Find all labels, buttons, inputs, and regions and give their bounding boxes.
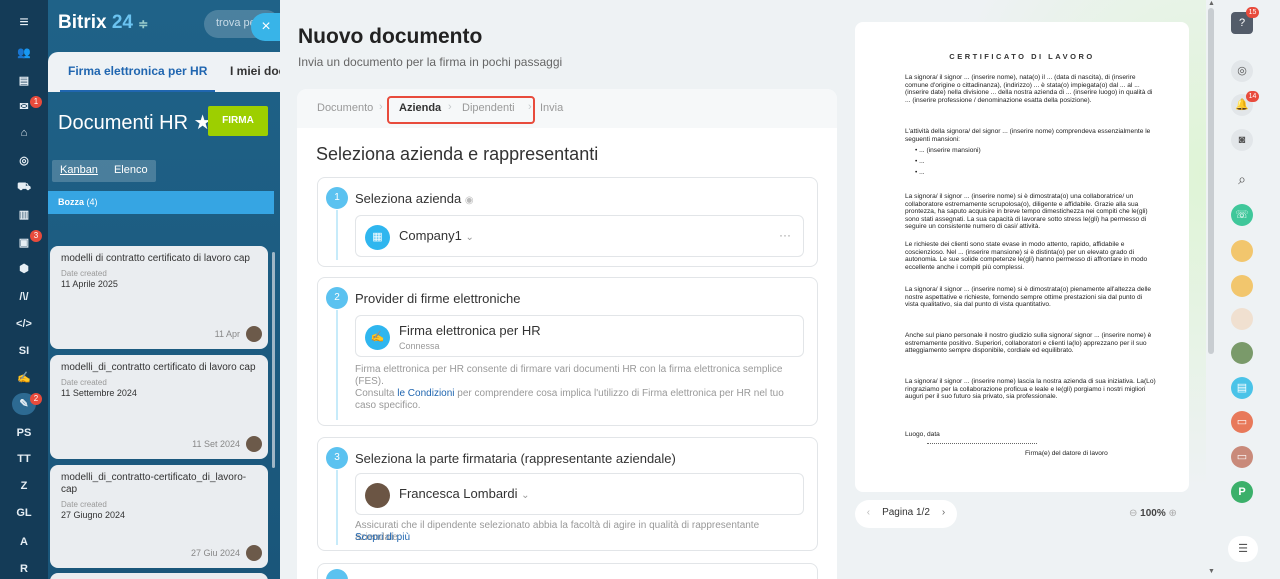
step-documento[interactable]: Documento (317, 102, 373, 114)
phone-icon[interactable]: ☏ (1231, 204, 1253, 226)
avatar[interactable] (1231, 275, 1253, 297)
nav-item-ps[interactable]: PS (12, 422, 36, 444)
avatar[interactable] (1231, 240, 1253, 262)
avatar (246, 436, 262, 452)
firma-button[interactable]: FIRMA (208, 106, 268, 136)
cart-icon[interactable]: ⛟ (12, 176, 36, 198)
next-page-button[interactable]: › (942, 507, 945, 518)
nav-item-tt[interactable]: TT (12, 448, 36, 470)
search-icon[interactable]: ⌕ (1231, 168, 1253, 190)
close-slider-button[interactable]: × (251, 13, 281, 41)
avatar[interactable] (1231, 308, 1253, 330)
kanban-card[interactable]: modelli di contratto certificato di lavo… (50, 246, 268, 349)
kanban-card[interactable] (50, 573, 268, 579)
section-signer: 3 Seleziona la parte firmataria (rappres… (317, 437, 818, 551)
provider-select[interactable]: ✍ Firma elettronica per HR Connessa (355, 315, 804, 357)
list-icon[interactable]: ☰ (1228, 536, 1258, 562)
nav-item-gl[interactable]: GL (12, 502, 36, 524)
view-switcher: Kanban Elenco (52, 160, 156, 182)
scroll-down-icon[interactable]: ▼ (1208, 568, 1215, 575)
avatar (246, 326, 262, 342)
e-sign-badge: 2 (30, 393, 42, 405)
mail-badge: 1 (30, 96, 42, 108)
chevron-down-icon: ⌄ (521, 490, 530, 501)
signer-select[interactable]: Francesca Lombardi ⌄ (355, 473, 804, 515)
kanban-card[interactable]: modelli_di_contratto certificato di lavo… (50, 355, 268, 459)
kanban-scrollbar[interactable] (272, 252, 275, 468)
p-avatar[interactable]: P (1231, 481, 1253, 503)
chat-bubble-icon[interactable]: ▤ (1231, 377, 1253, 399)
learn-more-link[interactable]: Scopri di più (355, 532, 410, 544)
nav-item-si[interactable]: SI (12, 340, 36, 362)
signature-icon: ✍ (365, 325, 390, 350)
bank-icon[interactable]: ⌂ (12, 122, 36, 144)
chat-icon[interactable]: ◙ (1231, 129, 1253, 151)
users-icon[interactable]: 👥 (12, 42, 36, 64)
left-navigation: ≡ 👥 ▤ ✉ 1 ⌂ ◎ ⛟ ▥ ▣ 3 ⬢ /\/ </> SI ✍ ✎ 2… (0, 0, 48, 579)
nav-item-z[interactable]: Z (12, 475, 36, 497)
view-elenco[interactable]: Elenco (106, 160, 156, 180)
robot-badge: 3 (30, 230, 42, 242)
box-icon[interactable]: ⬢ (12, 258, 36, 280)
highlight-box (387, 96, 535, 124)
wizard-panel: Documento › Azienda › Dipendenti › Invia… (297, 89, 837, 579)
contact-card-icon[interactable]: ▭ (1231, 446, 1253, 468)
menu-icon[interactable]: ≡ (12, 12, 36, 34)
section-provider: 2 Provider di firme elettroniche ✍ Firma… (317, 277, 818, 426)
zoom-in-button[interactable]: ⊕ (1169, 508, 1177, 519)
document-icon[interactable]: ▤ (12, 70, 36, 92)
zoom-out-button[interactable]: ⊖ (1129, 508, 1137, 519)
page-title: Documenti HR ★ (58, 112, 212, 134)
view-kanban[interactable]: Kanban (52, 160, 106, 180)
help-icon[interactable]: ◉ (465, 195, 474, 206)
more-button[interactable]: ··· (779, 228, 791, 242)
page-navigator: ‹ Pagina 1/2 › (855, 500, 957, 528)
slider-subtitle: Invia un documento per la firma in pochi… (298, 55, 563, 69)
sign-icon[interactable]: ✍ (12, 367, 36, 389)
section-company: 1 Seleziona azienda ◉ ▦ Company1 ⌄ ··· (317, 177, 818, 267)
panel-title: Seleziona azienda e rappresentanti (316, 144, 599, 164)
nav-item-a[interactable]: A (12, 531, 36, 553)
app-logo[interactable]: Bitrix 24 ≑ (58, 12, 148, 34)
contact-card-icon[interactable]: ▭ (1231, 411, 1253, 433)
conditions-link[interactable]: le Condizioni (397, 388, 454, 399)
avatar (246, 545, 262, 561)
document-slider: Nuovo documento Invia un documento per l… (280, 0, 1206, 579)
market-icon[interactable]: /\/ (12, 286, 36, 308)
code-icon[interactable]: </> (12, 313, 36, 335)
kanban-column-header[interactable]: Bozza (4) (48, 191, 274, 214)
nav-item-r[interactable]: R (12, 558, 36, 579)
zoom-control: ⊖ 100% ⊕ (1129, 508, 1177, 519)
slider-title: Nuovo documento (298, 25, 483, 48)
step-invia[interactable]: Invia (540, 102, 563, 114)
prev-page-button[interactable]: ‹ (867, 507, 870, 518)
building-icon: ▦ (365, 225, 390, 250)
tab-firma-hr[interactable]: Firma elettronica per HR (60, 52, 216, 92)
target-icon[interactable]: ◎ (12, 150, 36, 172)
company-select[interactable]: ▦ Company1 ⌄ ··· (355, 215, 804, 257)
chevron-right-icon: › (379, 101, 383, 113)
scroll-up-icon[interactable]: ▲ (1208, 0, 1215, 7)
slider-scrollbar[interactable] (1208, 8, 1214, 354)
avatar[interactable] (1231, 342, 1253, 364)
chevron-down-icon: ⌄ (465, 232, 474, 243)
kanban-card[interactable]: modelli_di_contratto-certificato_di_lavo… (50, 465, 268, 568)
avatar (365, 483, 390, 508)
section-next (317, 563, 818, 579)
wizard-steps: Documento › Azienda › Dipendenti › Invia (297, 89, 837, 128)
copilot-icon[interactable]: ◎ (1231, 60, 1253, 82)
document-preview: CERTIFICATO DI LAVORO La signora/ il sig… (855, 22, 1189, 492)
tab-my-docs[interactable]: I miei doc (230, 64, 285, 78)
chart-icon[interactable]: ▥ (12, 204, 36, 226)
